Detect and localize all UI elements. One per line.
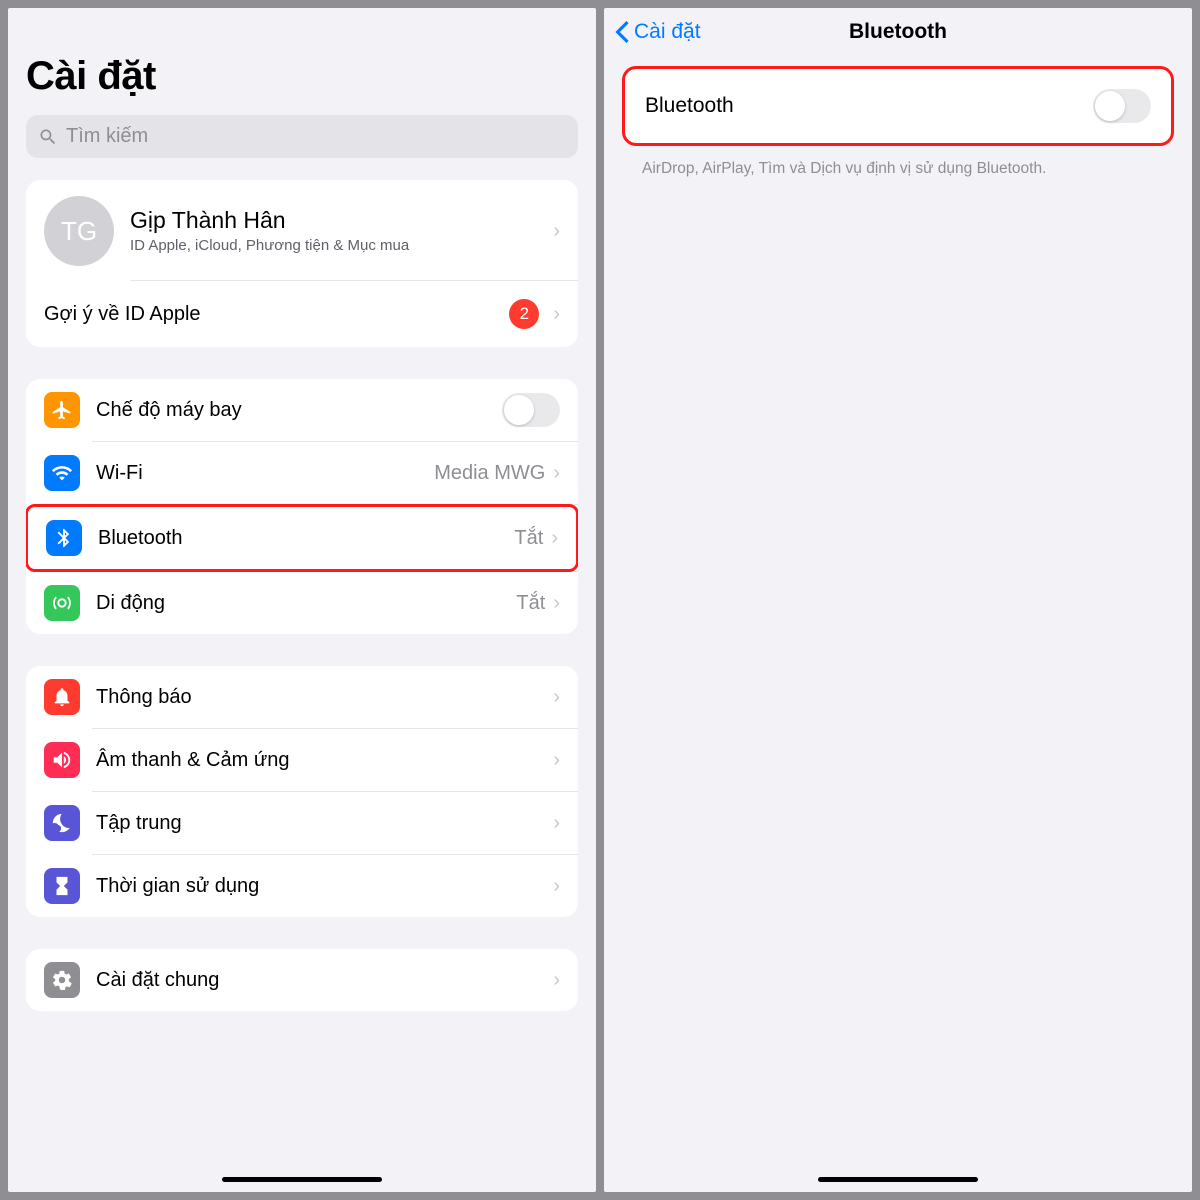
home-indicator[interactable] <box>222 1177 382 1182</box>
chevron-right-icon: › <box>553 875 560 898</box>
focus-row[interactable]: Tập trung › <box>26 792 578 854</box>
wifi-label: Wi-Fi <box>96 462 434 485</box>
sounds-row[interactable]: Âm thanh & Cảm ứng › <box>26 729 578 791</box>
general-label: Cài đặt chung <box>96 969 553 992</box>
network-card: Chế độ máy bay Wi-Fi Media MWG › Bluetoo… <box>26 379 578 634</box>
search-placeholder: Tìm kiếm <box>66 125 148 148</box>
airplane-mode-row[interactable]: Chế độ máy bay <box>26 379 578 441</box>
airplane-icon <box>44 392 80 428</box>
chevron-left-icon <box>614 21 630 43</box>
badge-count: 2 <box>509 299 539 329</box>
sounds-label: Âm thanh & Cảm ứng <box>96 749 553 772</box>
settings-main-panel: Cài đặt Tìm kiếm TG Gịp Thành Hân ID App… <box>8 8 596 1192</box>
screentime-icon <box>44 868 80 904</box>
search-input[interactable]: Tìm kiếm <box>26 115 578 158</box>
cellular-row[interactable]: Di động Tắt › <box>26 572 578 634</box>
wifi-value: Media MWG <box>434 462 545 485</box>
cellular-label: Di động <box>96 592 516 615</box>
bluetooth-row[interactable]: Bluetooth Tắt › <box>26 504 578 572</box>
airplane-toggle[interactable] <box>502 393 560 427</box>
home-indicator[interactable] <box>818 1177 978 1182</box>
nav-bar: Cài đặt Bluetooth <box>604 8 1192 50</box>
attention-card: Thông báo › Âm thanh & Cảm ứng › Tập tru… <box>26 666 578 917</box>
airplane-label: Chế độ máy bay <box>96 399 502 422</box>
notifications-icon <box>44 679 80 715</box>
search-icon <box>38 127 58 147</box>
notifications-row[interactable]: Thông báo › <box>26 666 578 728</box>
chevron-right-icon: › <box>553 686 560 709</box>
notifications-label: Thông báo <box>96 686 553 709</box>
apple-id-suggest-label: Gợi ý về ID Apple <box>44 303 509 326</box>
chevron-right-icon: › <box>551 527 558 550</box>
bluetooth-toggle-label: Bluetooth <box>645 94 1093 118</box>
wifi-row[interactable]: Wi-Fi Media MWG › <box>26 442 578 504</box>
page-title: Cài đặt <box>26 54 578 99</box>
back-label: Cài đặt <box>634 20 701 44</box>
chevron-right-icon: › <box>553 812 560 835</box>
general-card: Cài đặt chung › <box>26 949 578 1011</box>
profile-card: TG Gịp Thành Hân ID Apple, iCloud, Phươn… <box>26 180 578 347</box>
sounds-icon <box>44 742 80 778</box>
profile-subtitle: ID Apple, iCloud, Phương tiện & Mục mua <box>130 236 553 256</box>
chevron-right-icon: › <box>553 220 560 243</box>
chevron-right-icon: › <box>553 462 560 485</box>
general-row[interactable]: Cài đặt chung › <box>26 949 578 1011</box>
profile-name: Gịp Thành Hân <box>130 207 553 234</box>
screentime-row[interactable]: Thời gian sử dụng › <box>26 855 578 917</box>
bluetooth-footer-text: AirDrop, AirPlay, Tìm và Dịch vụ định vị… <box>622 146 1174 180</box>
focus-icon <box>44 805 80 841</box>
cellular-value: Tắt <box>516 592 545 615</box>
chevron-right-icon: › <box>553 969 560 992</box>
apple-id-suggestions-row[interactable]: Gợi ý về ID Apple 2 › <box>26 281 578 347</box>
nav-title: Bluetooth <box>849 20 947 44</box>
bluetooth-label: Bluetooth <box>98 527 514 550</box>
bluetooth-toggle[interactable] <box>1093 89 1151 123</box>
avatar: TG <box>44 196 114 266</box>
back-button[interactable]: Cài đặt <box>614 20 701 44</box>
bluetooth-detail-panel: Cài đặt Bluetooth Bluetooth AirDrop, Air… <box>604 8 1192 1192</box>
chevron-right-icon: › <box>553 592 560 615</box>
bluetooth-icon <box>46 520 82 556</box>
cellular-icon <box>44 585 80 621</box>
chevron-right-icon: › <box>553 303 560 326</box>
profile-row[interactable]: TG Gịp Thành Hân ID Apple, iCloud, Phươn… <box>26 180 578 280</box>
focus-label: Tập trung <box>96 812 553 835</box>
screentime-label: Thời gian sử dụng <box>96 875 553 898</box>
bluetooth-toggle-row[interactable]: Bluetooth <box>622 66 1174 146</box>
chevron-right-icon: › <box>553 749 560 772</box>
wifi-icon <box>44 455 80 491</box>
bluetooth-value: Tắt <box>514 527 543 550</box>
general-icon <box>44 962 80 998</box>
